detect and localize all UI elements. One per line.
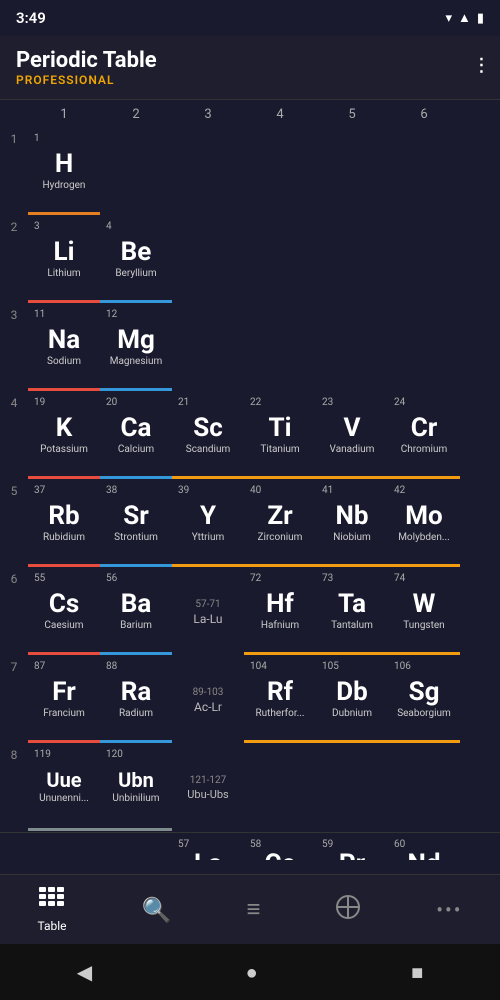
element-La-Lu[interactable]: 57-71 La-Lu xyxy=(172,569,244,655)
period-4-num: 4 xyxy=(0,392,28,410)
nav-table[interactable]: Table xyxy=(37,887,66,933)
filter-icon[interactable]: ⫶ xyxy=(478,55,484,80)
element-Db[interactable]: 105 Db Dubnium xyxy=(316,657,388,743)
period-6-num: 6 xyxy=(0,568,28,586)
android-nav-bar: ◀ ● ■ xyxy=(0,944,500,1000)
bottom-navigation: Table 🔍 ≡ ••• xyxy=(0,874,500,944)
element-Zr[interactable]: 40 Zr Zirconium xyxy=(244,481,316,567)
element-Ubn[interactable]: 120 Ubn Unbinilium xyxy=(100,745,172,831)
more-icon: ••• xyxy=(436,898,462,922)
period-2-num: 2 xyxy=(0,216,28,234)
period-3-row: 3 11 Na Sodium 12 Mg Magnesium xyxy=(0,304,500,392)
element-Ca[interactable]: 20 Ca Calcium xyxy=(100,393,172,479)
period-5-num: 5 xyxy=(0,480,28,498)
period-6-row: 6 55 Cs Caesium 56 Ba Barium 57-71 La-Lu… xyxy=(0,568,500,656)
element-Li[interactable]: 3 Li Lithium xyxy=(28,217,100,303)
wifi-icon: ▾ xyxy=(445,11,452,26)
periodic-table-area: 1 2 3 4 5 6 1 1 H Hydrogen 2 3 Li Lithiu… xyxy=(0,100,500,860)
element-V[interactable]: 23 V Vanadium xyxy=(316,393,388,479)
col-header-1: 1 xyxy=(28,107,100,122)
element-Ce[interactable]: 58 Ce Cerium xyxy=(244,835,316,861)
element-Pr[interactable]: 59 Pr Praseody... xyxy=(316,835,388,861)
nav-table-label: Table xyxy=(37,919,66,933)
period-5-row: 5 37 Rb Rubidium 38 Sr Strontium 39 Y Yt… xyxy=(0,480,500,568)
element-Sc[interactable]: 21 Sc Scandium xyxy=(172,393,244,479)
period-1-row: 1 1 H Hydrogen xyxy=(0,128,500,216)
period-8-row: 8 119 Uue Ununenni... 120 Ubn Unbinilium… xyxy=(0,744,500,832)
nav-search[interactable]: 🔍 xyxy=(141,896,171,924)
element-Rf[interactable]: 104 Rf Rutherfor... xyxy=(244,657,316,743)
app-title: Periodic Table xyxy=(16,48,157,73)
status-time: 3:49 xyxy=(16,9,46,27)
element-Fr[interactable]: 87 Fr Francium xyxy=(28,657,100,743)
element-Sg[interactable]: 106 Sg Seaborgium xyxy=(388,657,460,743)
element-H[interactable]: 1 H Hydrogen xyxy=(28,129,100,215)
element-Mg[interactable]: 12 Mg Magnesium xyxy=(100,305,172,391)
element-Ra[interactable]: 88 Ra Radium xyxy=(100,657,172,743)
lanthanide-row: 57 La Lanthanum 58 Ce Cerium 59 Pr Prase… xyxy=(0,832,500,860)
period-8-num: 8 xyxy=(0,744,28,762)
period-7-num: 7 xyxy=(0,656,28,674)
element-Ta[interactable]: 73 Ta Tantalum xyxy=(316,569,388,655)
period-4-row: 4 19 K Potassium 20 Ca Calcium 21 Sc Sca… xyxy=(0,392,500,480)
period-1-num: 1 xyxy=(0,128,28,146)
nav-list[interactable]: ≡ xyxy=(246,895,260,924)
element-Be[interactable]: 4 Be Beryllium xyxy=(100,217,172,303)
back-button[interactable]: ◀ xyxy=(77,960,92,984)
element-Ac-Lr[interactable]: 89-103 Ac-Lr xyxy=(172,657,244,743)
nav-more[interactable]: ••• xyxy=(436,898,462,922)
element-K[interactable]: 19 K Potassium xyxy=(28,393,100,479)
element-Uue[interactable]: 119 Uue Ununenni... xyxy=(28,745,100,831)
element-Hf[interactable]: 72 Hf Hafnium xyxy=(244,569,316,655)
element-Nb[interactable]: 41 Nb Niobium xyxy=(316,481,388,567)
element-Rb[interactable]: 37 Rb Rubidium xyxy=(28,481,100,567)
element-Ubu-Ubs[interactable]: 121-127 Ubu-Ubs xyxy=(172,745,244,831)
list-icon: ≡ xyxy=(246,895,260,924)
app-subtitle: PROFESSIONAL xyxy=(16,73,157,87)
status-bar: 3:49 ▾ ▲ ▮ xyxy=(0,0,500,36)
quiz-icon xyxy=(335,894,361,926)
signal-icon: ▲ xyxy=(458,10,471,26)
nav-quiz[interactable] xyxy=(335,894,361,926)
table-icon xyxy=(39,887,65,915)
element-Na[interactable]: 11 Na Sodium xyxy=(28,305,100,391)
search-icon: 🔍 xyxy=(141,896,171,924)
header-title-block: Periodic Table PROFESSIONAL xyxy=(16,48,157,87)
element-Cr[interactable]: 24 Cr Chromium xyxy=(388,393,460,479)
element-Ba[interactable]: 56 Ba Barium xyxy=(100,569,172,655)
element-Ti[interactable]: 22 Ti Titanium xyxy=(244,393,316,479)
element-Cs[interactable]: 55 Cs Caesium xyxy=(28,569,100,655)
col-header-3: 3 xyxy=(172,107,244,122)
element-Y[interactable]: 39 Y Yttrium xyxy=(172,481,244,567)
status-icons: ▾ ▲ ▮ xyxy=(445,10,484,26)
app-header: Periodic Table PROFESSIONAL ⫶ xyxy=(0,36,500,100)
period-3-num: 3 xyxy=(0,304,28,322)
element-Nd[interactable]: 60 Nd Neodymiu... xyxy=(388,835,460,861)
col-header-2: 2 xyxy=(100,107,172,122)
recent-button[interactable]: ■ xyxy=(411,960,423,985)
col-header-6: 6 xyxy=(388,107,460,122)
element-W[interactable]: 74 W Tungsten xyxy=(388,569,460,655)
element-La[interactable]: 57 La Lanthanum xyxy=(172,835,244,861)
battery-icon: ▮ xyxy=(477,11,484,26)
column-headers: 1 2 3 4 5 6 xyxy=(0,100,500,128)
element-Sr[interactable]: 38 Sr Strontium xyxy=(100,481,172,567)
home-button[interactable]: ● xyxy=(246,960,258,985)
element-Mo[interactable]: 42 Mo Molybden... xyxy=(388,481,460,567)
period-7-row: 7 87 Fr Francium 88 Ra Radium 89-103 Ac-… xyxy=(0,656,500,744)
period-2-row: 2 3 Li Lithium 4 Be Beryllium xyxy=(0,216,500,304)
col-header-4: 4 xyxy=(244,107,316,122)
col-header-5: 5 xyxy=(316,107,388,122)
